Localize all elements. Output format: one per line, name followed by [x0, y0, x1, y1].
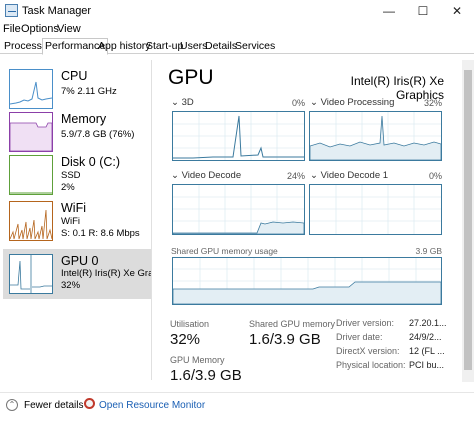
engine-3d-name: 3D [181, 97, 194, 108]
tab-bar: Processes Performance App history Start-… [0, 38, 474, 55]
tab-services[interactable]: Services [233, 39, 277, 54]
cpu-usage: 7% 2.11 GHz [61, 86, 117, 97]
driver-version-key: Driver version: [336, 318, 395, 328]
close-button[interactable]: ✕ [440, 0, 474, 22]
engine-video-processing-graph [309, 111, 442, 161]
resource-monitor-icon [84, 398, 95, 409]
utilisation-label: Utilisation [170, 319, 210, 329]
sidebar-item-wifi[interactable]: WiFi WiFi S: 0.1 R: 8.6 Mbps [3, 196, 151, 248]
wifi-label: WiFi [61, 201, 86, 215]
shared-gpu-memory-value: 1.6/3.9 GB [249, 331, 321, 348]
wifi-thumbnail-graph [9, 201, 53, 241]
memory-usage: 5.9/7.8 GB (76%) [61, 129, 135, 140]
sidebar-item-disk[interactable]: Disk 0 (C:) SSD 2% [3, 150, 151, 202]
disk-label: Disk 0 (C:) [61, 155, 121, 169]
engine-3d-label: ⌄ 3D [171, 97, 194, 108]
scrollbar-thumb[interactable] [464, 70, 472, 370]
directx-version-value: 12 (FL ... [409, 346, 445, 356]
maximize-button[interactable]: ☐ [406, 0, 440, 22]
engine-video-decode-graph [172, 184, 305, 235]
window-title: Task Manager [22, 5, 92, 17]
wifi-adapter: WiFi [61, 216, 80, 227]
menu-view[interactable]: View [57, 23, 81, 35]
wifi-throughput: S: 0.1 R: 8.6 Mbps [61, 228, 140, 239]
footer-bar: ⌃ Fewer details Open Resource Monitor [0, 392, 474, 421]
engine-video-processing-percent: 32% [423, 98, 442, 108]
cpu-label: CPU [61, 69, 88, 83]
task-manager-icon [5, 4, 18, 17]
disk-usage: 2% [61, 182, 75, 193]
gpu-memory-label: GPU Memory [170, 355, 225, 365]
engine-video-decode-1-name: Video Decode 1 [320, 170, 389, 181]
shared-memory-graph [172, 257, 442, 305]
engine-video-decode-1-graph [309, 184, 442, 235]
engine-video-decode-1-label: ⌄ Video Decode 1 [310, 170, 388, 181]
engine-video-decode-1-percent: 0% [428, 171, 442, 181]
menu-bar: File Options View [0, 22, 474, 38]
disk-thumbnail-graph [9, 155, 53, 195]
shared-gpu-memory-label: Shared GPU memory [249, 319, 336, 329]
chevron-up-icon[interactable]: ⌃ [6, 399, 18, 411]
engine-3d-graph [172, 111, 305, 161]
chevron-down-icon[interactable]: ⌄ [310, 97, 318, 108]
resource-sidebar: CPU 7% 2.11 GHz Memory 5.9/7.8 GB (76%) … [0, 60, 152, 380]
gpu-adapter-name: Intel(R) Iris(R) Xe Graph... [61, 268, 151, 279]
page-title: GPU [168, 66, 214, 89]
gpu-label: GPU 0 [61, 254, 99, 268]
sidebar-item-gpu[interactable]: GPU 0 Intel(R) Iris(R) Xe Graph... 32% [3, 249, 151, 299]
gpu-usage: 32% [61, 280, 81, 291]
engine-video-processing-name: Video Processing [320, 97, 395, 108]
engine-video-decode-percent: 24% [286, 171, 305, 181]
chevron-down-icon[interactable]: ⌄ [171, 170, 179, 181]
open-resource-monitor-link[interactable]: Open Resource Monitor [99, 400, 205, 411]
engine-video-decode-label: ⌄ Video Decode [171, 170, 241, 181]
disk-type: SSD [61, 170, 81, 181]
driver-version-value: 27.20.1... [409, 318, 447, 328]
gpu-memory-value: 1.6/3.9 GB [170, 367, 242, 384]
driver-date-key: Driver date: [336, 332, 383, 342]
chevron-down-icon[interactable]: ⌄ [171, 97, 179, 108]
menu-file[interactable]: File [3, 23, 21, 35]
title-bar: Task Manager — ☐ ✕ [0, 0, 474, 22]
physical-location-value: PCI bu... [409, 360, 445, 370]
shared-memory-graph-label: Shared GPU memory usage [171, 246, 278, 256]
memory-thumbnail-graph [9, 112, 53, 152]
engine-3d-percent: 0% [291, 98, 305, 108]
chevron-down-icon[interactable]: ⌄ [310, 170, 318, 181]
engine-video-decode-name: Video Decode [181, 170, 242, 181]
physical-location-key: Physical location: [336, 360, 406, 370]
utilisation-value: 32% [170, 331, 201, 348]
menu-options[interactable]: Options [21, 23, 59, 35]
minimize-button[interactable]: — [372, 0, 406, 22]
gpu-detail-panel: GPU Intel(R) Iris(R) Xe Graphics ⌄ 3D 0%… [160, 60, 460, 384]
directx-version-key: DirectX version: [336, 346, 400, 356]
shared-memory-max: 3.9 GB [415, 246, 442, 256]
engine-video-processing-label: ⌄ Video Processing [310, 97, 394, 108]
memory-label: Memory [61, 112, 107, 126]
cpu-thumbnail-graph [9, 69, 53, 109]
driver-date-value: 24/9/2... [409, 332, 442, 342]
gpu-thumbnail-graph [9, 254, 53, 294]
fewer-details-link[interactable]: Fewer details [24, 400, 83, 411]
